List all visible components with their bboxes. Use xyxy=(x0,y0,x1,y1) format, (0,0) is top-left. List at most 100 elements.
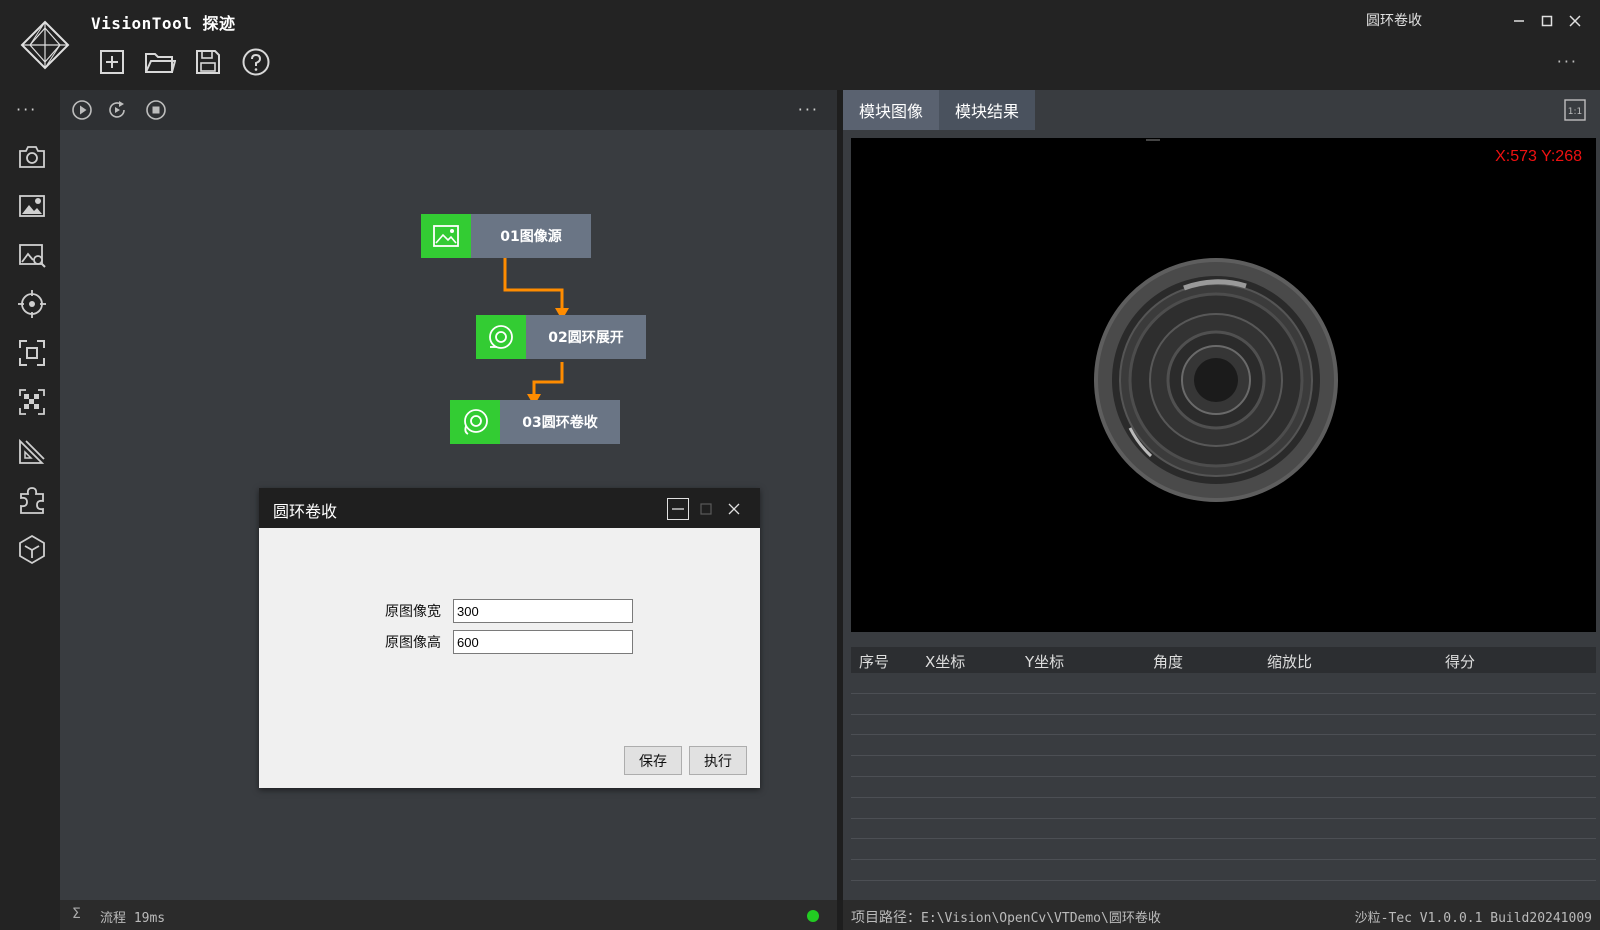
focus-frame-icon[interactable] xyxy=(16,337,48,369)
more-menu-button[interactable]: ··· xyxy=(1557,52,1578,71)
execute-button[interactable]: 执行 xyxy=(689,746,747,775)
table-row xyxy=(851,715,1596,736)
help-button[interactable] xyxy=(240,46,272,78)
project-status-bar: 项目路径：E:\Vision\OpenCv\VTDemo\圆环卷收 沙粒-Tec… xyxy=(843,900,1600,930)
column-header[interactable]: 缩放比 xyxy=(1267,651,1312,672)
table-row xyxy=(851,735,1596,757)
app-title: VisionTool 探迹 xyxy=(91,14,236,33)
puzzle-icon[interactable] xyxy=(16,484,48,516)
camera-icon[interactable] xyxy=(16,141,48,173)
actual-size-icon[interactable]: 1:1 xyxy=(1564,99,1586,121)
minimize-icon xyxy=(1514,20,1524,22)
close-icon xyxy=(1569,15,1581,27)
dialog-title: 圆环卷收 xyxy=(273,502,338,521)
sigma-icon: Σ xyxy=(72,906,81,922)
node-icon-box xyxy=(450,400,500,444)
flow-node-image-source[interactable]: 01图像源 xyxy=(421,214,591,258)
status-indicator-icon xyxy=(807,910,819,922)
dialog-maximize-button[interactable] xyxy=(695,498,717,520)
image-settings-icon[interactable] xyxy=(16,190,48,222)
main-toolbar xyxy=(96,46,272,78)
new-file-icon xyxy=(100,50,124,74)
version-text: 沙粒-Tec V1.0.0.1 Build20241009 xyxy=(1354,911,1592,926)
window-caption: 圆环卷收 xyxy=(1366,13,1422,29)
tab-module-image[interactable]: 模块图像 xyxy=(843,90,940,130)
ruler-icon[interactable] xyxy=(16,435,48,467)
flow-more-button[interactable]: ··· xyxy=(798,100,819,119)
result-tabs: 模块图像 模块结果 xyxy=(843,90,1036,130)
open-folder-button[interactable] xyxy=(144,46,176,78)
target-icon[interactable] xyxy=(16,288,48,320)
dialog-titlebar: 圆环卷收 xyxy=(259,488,760,528)
save-icon xyxy=(196,50,220,74)
table-row xyxy=(851,756,1596,777)
height-label: 原图像高 xyxy=(385,635,441,651)
flow-node-label: 01图像源 xyxy=(471,214,591,258)
maximize-icon xyxy=(700,503,712,515)
flow-node-label: 03圆环卷收 xyxy=(500,400,620,444)
run-once-button[interactable] xyxy=(71,99,93,121)
ring-icon xyxy=(489,325,513,349)
sidebar-more-button[interactable]: ··· xyxy=(16,100,37,119)
checkerboard-icon[interactable] xyxy=(16,386,48,418)
height-input[interactable] xyxy=(453,630,633,654)
app-logo-icon xyxy=(20,20,70,70)
ring-roll-icon xyxy=(464,409,488,435)
width-input[interactable] xyxy=(453,599,633,623)
run-loop-button[interactable] xyxy=(106,99,128,121)
image-search-icon[interactable] xyxy=(16,239,48,271)
dialog-minimize-button[interactable] xyxy=(667,498,689,520)
flow-node-label: 02圆环展开 xyxy=(526,315,646,359)
maximize-button[interactable] xyxy=(1538,12,1556,30)
open-folder-icon xyxy=(145,53,176,73)
flow-toolbar: ··· xyxy=(60,90,837,130)
table-header: 序号 X坐标 Y坐标 角度 缩放比 得分 xyxy=(851,647,1596,673)
minimize-button[interactable] xyxy=(1510,12,1528,30)
project-path-label: 项目路径： xyxy=(851,910,921,926)
column-header[interactable]: Y坐标 xyxy=(1025,651,1064,672)
flow-node-ring-unwrap[interactable]: 02圆环展开 xyxy=(476,315,646,359)
window-controls xyxy=(1510,12,1584,30)
save-button[interactable]: 保存 xyxy=(624,746,682,775)
column-header[interactable]: 得分 xyxy=(1445,651,1475,672)
tab-module-result[interactable]: 模块结果 xyxy=(939,90,1036,130)
save-button[interactable] xyxy=(192,46,224,78)
flow-time-text: 流程 19ms xyxy=(100,911,166,926)
node-icon-box xyxy=(476,315,526,359)
table-row xyxy=(851,798,1596,819)
width-label: 原图像宽 xyxy=(385,604,441,620)
close-button[interactable] xyxy=(1566,12,1584,30)
ring-part-image xyxy=(1094,139,1338,502)
help-icon xyxy=(242,48,270,76)
column-header[interactable]: 序号 xyxy=(859,651,889,672)
connector-1-2 xyxy=(503,258,564,312)
tool-sidebar: ··· xyxy=(0,90,60,930)
ratio-label: 1:1 xyxy=(1568,107,1582,117)
project-path-value: E:\Vision\OpenCv\VTDemo\圆环卷收 xyxy=(921,911,1161,926)
flow-node-ring-roll[interactable]: 03圆环卷收 xyxy=(450,400,620,444)
stop-button[interactable] xyxy=(145,99,167,121)
project-path: 项目路径：E:\Vision\OpenCv\VTDemo\圆环卷收 xyxy=(851,907,1161,927)
height-field-row: 原图像高 xyxy=(375,630,633,654)
table-row xyxy=(851,839,1596,861)
node-icon-box xyxy=(421,214,471,258)
title-bar: VisionTool 探迹 圆环卷收 ··· xyxy=(0,0,1600,90)
image-icon xyxy=(433,225,459,247)
table-row xyxy=(851,860,1596,881)
image-viewer[interactable]: X:573 Y:268 xyxy=(851,138,1596,632)
column-header[interactable]: X坐标 xyxy=(925,651,965,672)
result-panel: 模块图像 模块结果 1:1 X:573 Y:268 序号 X坐标 Y坐标 角度 xyxy=(843,90,1600,930)
column-header[interactable]: 角度 xyxy=(1153,651,1183,672)
new-file-button[interactable] xyxy=(96,46,128,78)
table-row xyxy=(851,673,1596,694)
width-field-row: 原图像宽 xyxy=(375,599,633,623)
connector-2-3 xyxy=(532,362,564,398)
table-row xyxy=(851,694,1596,715)
cube-icon[interactable] xyxy=(16,533,48,565)
maximize-icon xyxy=(1541,15,1553,27)
cursor-coordinates: X:573 Y:268 xyxy=(1495,148,1582,165)
table-row xyxy=(851,777,1596,798)
table-row xyxy=(851,819,1596,840)
dialog-close-button[interactable] xyxy=(723,498,745,520)
result-table: 序号 X坐标 Y坐标 角度 缩放比 得分 xyxy=(851,647,1596,890)
